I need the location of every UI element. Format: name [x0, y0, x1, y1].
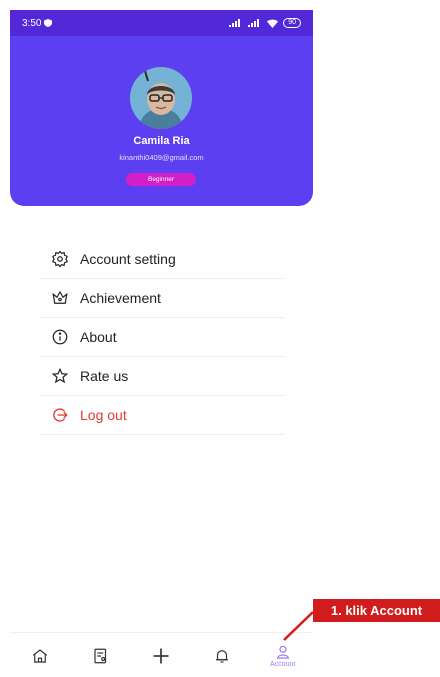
menu-label: Rate us	[80, 368, 129, 384]
menu-label: About	[80, 329, 117, 345]
nav-add[interactable]	[141, 636, 181, 676]
menu-item-achievement[interactable]: Achievement	[40, 279, 284, 318]
signal-icon	[229, 19, 241, 27]
signal-icon-2	[248, 19, 260, 27]
nav-account-label: Account	[270, 660, 296, 668]
menu-label: Achievement	[80, 290, 161, 306]
wifi-icon	[267, 19, 279, 28]
avatar[interactable]	[130, 67, 192, 129]
info-icon	[50, 327, 70, 347]
menu-label: Log out	[80, 407, 127, 423]
user-icon	[276, 645, 289, 659]
status-bar: 3:50 90	[10, 10, 313, 36]
logout-icon	[50, 405, 70, 425]
annotation-callout: 1. klik Account	[313, 599, 440, 622]
nav-notes[interactable]	[81, 636, 121, 676]
profile-name: Camila Ria	[133, 135, 190, 147]
profile-header: Camila Ria kinanthi0409@gmail.com Beginn…	[10, 36, 313, 206]
nav-home[interactable]	[20, 636, 60, 676]
menu-item-rate-us[interactable]: Rate us	[40, 357, 284, 396]
document-icon	[94, 648, 106, 663]
plus-icon	[153, 648, 169, 663]
bottom-nav: Account	[10, 632, 313, 677]
star-icon	[50, 366, 70, 386]
status-time: 3:50	[22, 17, 42, 29]
battery-icon: 90	[283, 18, 301, 28]
bell-icon	[216, 649, 229, 663]
gear-icon	[50, 249, 70, 269]
menu-item-about[interactable]: About	[40, 318, 284, 357]
home-icon	[33, 648, 48, 663]
nav-account[interactable]: Account	[263, 636, 303, 676]
menu-item-account-setting[interactable]: Account setting	[40, 240, 284, 279]
avatar-photo	[130, 67, 192, 129]
account-menu: Account setting Achievement About Rate u…	[40, 240, 284, 435]
crown-icon	[50, 288, 70, 308]
profile-email: kinanthi0409@gmail.com	[119, 153, 204, 162]
menu-item-log-out[interactable]: Log out	[40, 396, 284, 435]
shield-icon	[44, 19, 53, 27]
level-badge: Beginner	[126, 173, 196, 186]
menu-label: Account setting	[80, 251, 176, 267]
phone-screen: 3:50 90 Camila Ria kinanthi0409@gmail.co…	[10, 10, 313, 677]
nav-notifications[interactable]	[202, 636, 242, 676]
